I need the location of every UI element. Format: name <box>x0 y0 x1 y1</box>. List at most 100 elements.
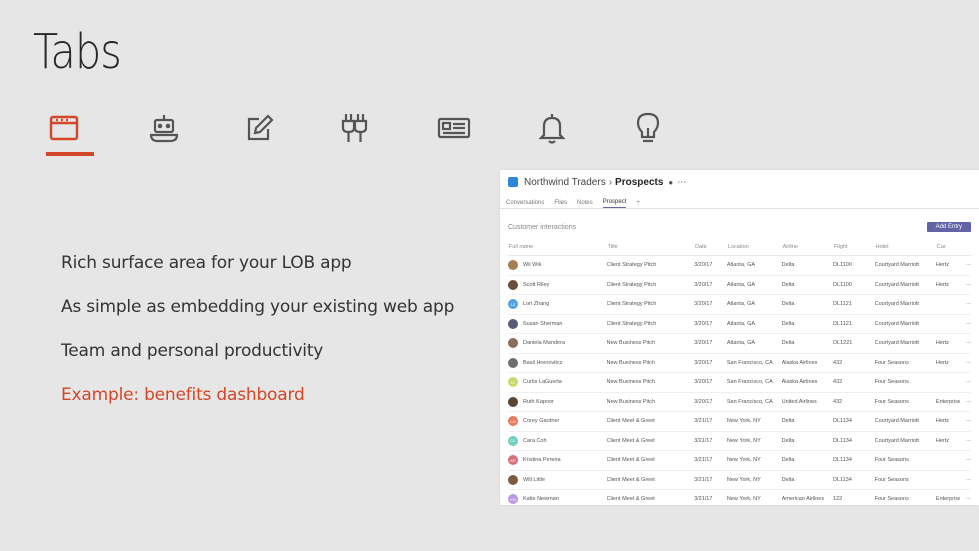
person-cell: CL Curtis LaGuerta <box>508 377 607 388</box>
tab-prospect[interactable]: Prospect <box>602 199 627 208</box>
column-header[interactable]: Car <box>935 239 960 256</box>
table-row[interactable]: Wil Wik Client Strategy Pitch 3/20/17 Atlan… <box>508 255 971 276</box>
cell-hotel: Four Seasons <box>874 353 936 373</box>
more-options-icon[interactable]: ⋯ <box>677 177 686 188</box>
cell-full-name: Will Little <box>508 470 607 490</box>
tab-files[interactable]: Files <box>554 200 567 208</box>
row-more-icon[interactable]: ⋯ <box>959 431 971 451</box>
connector-plug-icon-slot[interactable] <box>326 104 382 158</box>
table-row[interactable]: CL Curtis LaGuerta New Business Pitch 3/20/… <box>508 372 971 393</box>
cell-flight: DL1121 <box>833 294 875 315</box>
cell-car: Hertz <box>935 353 960 373</box>
cell-airline: Delta <box>781 450 834 471</box>
column-header[interactable]: Hotel <box>874 239 936 256</box>
table-row[interactable]: CC Cara Coh Client Meet & Greet 3/21/17 New … <box>508 431 971 451</box>
cell-full-name: CC Cara Coh <box>508 431 607 451</box>
team-name[interactable]: Northwind Traders <box>524 177 606 188</box>
cell-airline: Delta <box>781 470 834 490</box>
person-cell: CC Cara Coh <box>508 435 607 446</box>
avatar <box>508 260 518 271</box>
add-tab-button[interactable]: + <box>636 200 640 208</box>
cell-date: 3/20/17 <box>694 353 727 373</box>
compose-icon-slot[interactable] <box>231 104 287 158</box>
section-title: Customer interactions <box>508 223 577 231</box>
cell-car: Hertz <box>935 431 960 451</box>
avatar: CC <box>508 435 518 446</box>
cell-title: Client Strategy Pitch <box>606 255 695 276</box>
person-name[interactable]: Daniela Mandera <box>523 340 565 346</box>
channel-name[interactable]: Prospects <box>615 177 663 188</box>
bot-icon-slot[interactable] <box>136 104 192 158</box>
notification-bell-icon-slot[interactable] <box>524 104 580 158</box>
tab-conversations[interactable]: Conversations <box>506 200 544 208</box>
cell-car <box>935 470 960 490</box>
table-row[interactable]: Susan Sherman Client Strategy Pitch 3/20/1… <box>508 314 971 334</box>
column-header[interactable]: Title <box>606 239 695 256</box>
table-body: Wil Wik Client Strategy Pitch 3/20/17 Atlan… <box>508 255 971 505</box>
person-name[interactable]: Lori Zhang <box>523 301 549 307</box>
cell-airline: Delta <box>781 275 834 295</box>
row-more-icon[interactable]: ⋯ <box>959 294 971 315</box>
table-row[interactable]: LZ Lori Zhang Client Strategy Pitch 3/20/17… <box>508 294 971 315</box>
cell-date: 3/20/17 <box>694 372 727 393</box>
cell-location: New York, NY <box>726 470 782 490</box>
row-more-icon[interactable]: ⋯ <box>959 489 971 505</box>
row-more-icon[interactable]: ⋯ <box>959 392 971 412</box>
row-more-icon[interactable]: ⋯ <box>959 411 971 432</box>
cell-title: New Business Pitch <box>606 333 695 354</box>
cell-date: 3/21/17 <box>694 450 727 471</box>
lightbulb-icon-slot[interactable] <box>620 104 676 158</box>
cell-hotel: Courtyard Marriott <box>874 411 936 432</box>
cell-flight: DL1134 <box>833 411 875 432</box>
card-icon-slot[interactable] <box>426 104 482 158</box>
row-more-icon[interactable]: ⋯ <box>959 333 971 354</box>
avatar <box>508 279 518 290</box>
row-more-icon[interactable]: ⋯ <box>959 275 971 295</box>
table-row[interactable]: Ruth Kapoor New Business Pitch 3/20/17 San … <box>508 392 971 412</box>
cell-full-name: Scott Riley <box>508 275 607 295</box>
cell-airline: American Airlines <box>781 489 834 505</box>
table-row[interactable]: KP Kristina Pereira Client Meet & Greet 3/2… <box>508 450 971 471</box>
person-name[interactable]: Basil Hrenovitcz <box>523 360 562 366</box>
add-entry-button[interactable]: Add Entry <box>926 222 971 232</box>
person-name[interactable]: Corey Gardner <box>523 418 559 424</box>
row-more-icon[interactable]: ⋯ <box>959 255 971 276</box>
column-header[interactable]: Flight <box>833 239 875 256</box>
row-more-icon[interactable]: ⋯ <box>959 353 971 373</box>
table-row[interactable]: Basil Hrenovitcz New Business Pitch 3/20/1… <box>508 353 971 373</box>
row-more-icon[interactable]: ⋯ <box>959 470 971 490</box>
person-name[interactable]: Susan Sherman <box>523 321 562 327</box>
row-more-icon[interactable]: ⋯ <box>959 372 971 393</box>
person-cell: CG Corey Gardner <box>508 416 607 427</box>
avatar: LZ <box>508 299 518 310</box>
table-header-row: Full name Title Date Location Airline Fl… <box>508 239 971 256</box>
person-name[interactable]: Will Little <box>523 477 545 483</box>
person-name[interactable]: Wil Wik <box>523 262 541 268</box>
column-header[interactable]: Location <box>726 239 782 256</box>
person-name[interactable]: Scott Riley <box>523 282 549 288</box>
column-header[interactable]: Full name <box>508 239 607 256</box>
content-toolbar: Customer interactions Add Entry <box>508 215 971 239</box>
person-name[interactable]: Curtis LaGuerta <box>523 379 562 385</box>
notification-bell-icon <box>538 114 566 144</box>
tab-window-icon-slot[interactable] <box>36 104 94 158</box>
table-row[interactable]: Daniela Mandera New Business Pitch 3/20/17… <box>508 333 971 354</box>
cell-hotel: Courtyard Marriott <box>874 294 936 315</box>
person-name[interactable]: Cara Coh <box>523 438 547 444</box>
row-more-icon[interactable]: ⋯ <box>959 314 971 334</box>
table-row[interactable]: Scott Riley Client Strategy Pitch 3/20/17 A… <box>508 275 971 295</box>
column-header[interactable]: Date <box>694 239 727 256</box>
person-name[interactable]: Ruth Kapoor <box>523 399 554 405</box>
table-row[interactable]: KN Katie Newman Client Meet & Greet 3/21/17… <box>508 489 971 505</box>
person-cell: Susan Sherman <box>508 318 607 329</box>
cell-title: Client Strategy Pitch <box>606 275 695 295</box>
table-row[interactable]: Will Little Client Meet & Greet 3/21/17 New… <box>508 470 971 490</box>
person-name[interactable]: Katie Newman <box>523 496 559 502</box>
row-more-icon[interactable]: ⋯ <box>959 450 971 471</box>
table-row[interactable]: CG Corey Gardner Client Meet & Greet 3/21/1… <box>508 411 971 432</box>
cell-flight: DL1100 <box>833 275 875 295</box>
tab-notes[interactable]: Notes <box>577 200 593 208</box>
column-header[interactable]: Airline <box>781 239 834 256</box>
person-name[interactable]: Kristina Pereira <box>523 457 561 463</box>
cell-car <box>935 294 960 315</box>
